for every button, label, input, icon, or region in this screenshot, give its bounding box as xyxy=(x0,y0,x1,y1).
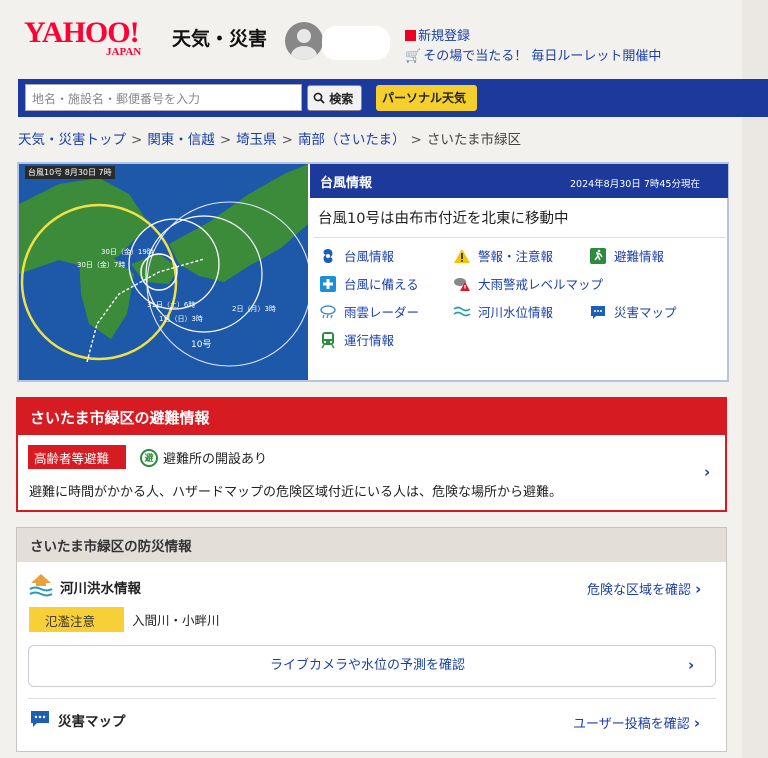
evacuation-title: さいたま市緑区の避難情報 xyxy=(30,409,210,427)
train-icon xyxy=(318,331,338,349)
breadcrumb-separator: > xyxy=(131,132,143,148)
magnifier-icon xyxy=(313,92,325,104)
chevron-right-icon: › xyxy=(688,656,695,674)
breadcrumb-item-top[interactable]: 天気・災害トップ xyxy=(18,132,126,148)
shelter-status: 避避難所の開設あり xyxy=(140,448,267,467)
register-link[interactable]: 新規登録 xyxy=(405,25,470,44)
link-label: 雨雲レーダー xyxy=(344,305,420,320)
evacuation-icon xyxy=(588,247,608,265)
typhoon-map-graphic xyxy=(19,164,308,367)
chat-icon xyxy=(30,710,50,732)
river-icon xyxy=(452,303,472,321)
prepare-icon xyxy=(318,275,338,293)
link-label: 河川水位情報 xyxy=(478,305,554,320)
site-name[interactable]: 天気・災害 xyxy=(172,24,267,51)
user-posts-link-label: ユーザー投稿を確認 xyxy=(573,717,690,732)
map-tag-date: 8月30日 7時 xyxy=(64,168,112,177)
breadcrumb-item-nanbu[interactable]: 南部（さいたま） xyxy=(298,132,406,148)
map-label-typhoon-number: 10号 xyxy=(191,340,212,350)
divider xyxy=(314,237,726,238)
map-label-30-19: 30日（金）19時 xyxy=(101,248,154,256)
rain-cloud-icon xyxy=(318,303,338,321)
link-label: 運行情報 xyxy=(344,333,395,348)
link-river-level[interactable]: 河川水位情報 xyxy=(452,302,553,321)
map-tag: 台風10号 8月30日 7時 xyxy=(25,166,115,179)
map-label-1-3: 1日（日）3時 xyxy=(159,315,203,323)
link-label: 災害マップ xyxy=(614,305,677,320)
map-label-30-7: 30日（金）7時 xyxy=(77,261,126,269)
link-rain-alert-map[interactable]: 大雨警戒レベルマップ xyxy=(452,274,603,293)
link-typhoon-prepare[interactable]: 台風に備える xyxy=(318,274,419,293)
map-label-2-3: 2日（月）3時 xyxy=(232,305,276,313)
cart-icon: 🛒 xyxy=(405,49,422,64)
typhoon-icon xyxy=(318,247,338,265)
breadcrumb-item-saitama[interactable]: 埼玉県 xyxy=(236,132,277,148)
yahoo-japan-logo[interactable]: YAHOO! JAPAN xyxy=(24,16,142,59)
chevron-right-icon[interactable]: › xyxy=(704,463,710,481)
link-label: 大雨警戒レベルマップ xyxy=(478,277,604,292)
breadcrumb-item-kanto[interactable]: 関東・信越 xyxy=(147,132,215,148)
roulette-promo-link[interactable]: 🛒 その場で当たる！ 毎日ルーレット開催中 xyxy=(405,45,661,64)
location-search-input[interactable]: 地名・施設名・郵便番号を入力 xyxy=(25,84,302,111)
register-link-label: 新規登録 xyxy=(418,29,471,44)
link-evacuation-info[interactable]: 避難情報 xyxy=(588,246,664,265)
link-label: 避難情報 xyxy=(614,249,665,264)
search-button[interactable]: 検索 xyxy=(307,85,362,111)
breadcrumb: 天気・災害トップ > 関東・信越 > 埼玉県 > 南部（さいたま） > さいたま市緑区 xyxy=(18,128,521,148)
chevron-right-icon: › xyxy=(695,580,702,598)
breadcrumb-separator: > xyxy=(410,132,422,148)
flood-icon xyxy=(29,572,53,598)
flood-warning-badge: 氾濫注意 xyxy=(29,607,124,632)
user-avatar[interactable] xyxy=(285,22,323,60)
link-warnings[interactable]: 警報・注意報 xyxy=(452,246,553,265)
warning-icon xyxy=(452,247,472,265)
personal-weather-button[interactable]: パーソナル天気 xyxy=(376,85,477,111)
search-button-label: 検索 xyxy=(329,92,354,106)
shelter-icon: 避 xyxy=(140,448,158,467)
link-label: 台風情報 xyxy=(344,249,395,264)
divider xyxy=(28,698,716,699)
breadcrumb-separator: > xyxy=(219,132,232,148)
logo-sub-text: JAPAN xyxy=(106,46,142,58)
chevron-right-icon: › xyxy=(693,714,701,732)
river-names: 入間川・小畔川 xyxy=(132,613,220,628)
shelter-text: 避難所の開設あり xyxy=(163,452,268,467)
danger-zone-link[interactable]: 危険な区域を確認 › xyxy=(587,579,701,598)
evacuation-level-badge: 高齢者等避難 xyxy=(28,445,126,469)
typhoon-track-map[interactable]: 台風10号 8月30日 7時 30日（金）19時 30日（金）7時 31日（土）… xyxy=(19,164,308,380)
link-label: 警報・注意報 xyxy=(478,249,554,264)
register-icon xyxy=(405,30,416,41)
typhoon-timestamp: 2024年8月30日 7時45分現在 xyxy=(570,179,700,190)
username-redacted xyxy=(322,26,390,60)
search-placeholder: 地名・施設名・郵便番号を入力 xyxy=(32,92,201,106)
promo-link-label: その場で当たる！ 毎日ルーレット開催中 xyxy=(423,49,662,64)
typhoon-headline[interactable]: 台風10号は由布市付近を北東に移動中 xyxy=(318,207,568,228)
evacuation-message: 避難に時間がかかる人、ハザードマップの危険区域付近にいる人は、危険な場所から避難… xyxy=(29,485,563,500)
rain-alert-icon xyxy=(452,275,472,293)
typhoon-title: 台風情報 xyxy=(320,176,373,191)
user-posts-link[interactable]: ユーザー投稿を確認 › xyxy=(573,713,700,732)
breadcrumb-current: さいたま市緑区 xyxy=(426,132,521,148)
link-typhoon-info[interactable]: 台風情報 xyxy=(318,246,394,265)
breadcrumb-separator: > xyxy=(281,132,293,148)
link-label: 台風に備える xyxy=(344,277,419,292)
river-flood-title: 河川洪水情報 xyxy=(60,581,141,597)
link-rain-radar[interactable]: 雨雲レーダー xyxy=(318,302,419,321)
disaster-map-title: 災害マップ xyxy=(58,714,126,730)
logo-main-text: YAHOO! xyxy=(24,16,140,49)
link-disaster-map[interactable]: 災害マップ xyxy=(588,302,677,321)
chat-icon xyxy=(588,303,608,321)
map-tag-name: 台風10号 xyxy=(28,168,63,177)
map-label-31-6: 31日（土）6時 xyxy=(147,301,196,309)
disaster-info-title: さいたま市緑区の防災情報 xyxy=(30,539,192,555)
danger-zone-link-label: 危険な区域を確認 xyxy=(587,583,692,598)
link-train-status[interactable]: 運行情報 xyxy=(318,330,394,349)
live-camera-label: ライブカメラや水位の予測を確認 xyxy=(270,658,466,673)
